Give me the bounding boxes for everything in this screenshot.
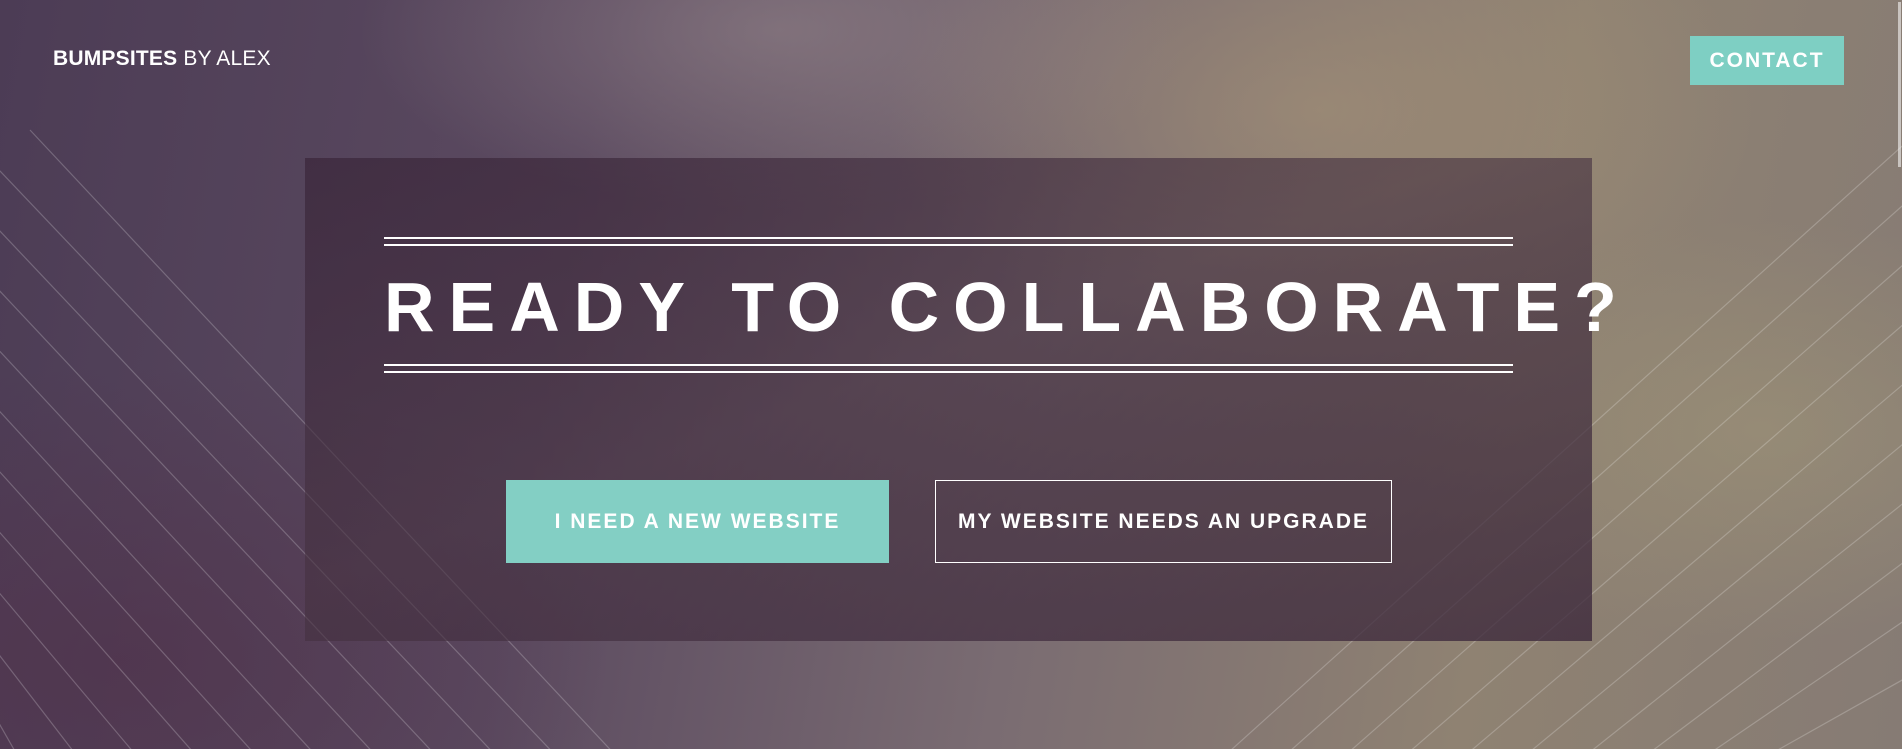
logo-brand-text: BUMPSITES (53, 47, 178, 70)
scrollbar-thumb[interactable] (1898, 2, 1901, 167)
page: BUMPSITES BY ALEX CONTACT READY TO COLLA… (0, 0, 1902, 749)
logo-suffix-text: BY ALEX (177, 47, 271, 70)
headline-top-rule-outer (384, 237, 1513, 239)
headline-bottom-rule-inner (384, 364, 1513, 366)
hero-headline: READY TO COLLABORATE? (384, 268, 1631, 346)
top-navigation: BUMPSITES BY ALEX CONTACT (0, 0, 1902, 118)
contact-button[interactable]: CONTACT (1690, 36, 1844, 85)
headline-bottom-rule-outer (384, 371, 1513, 373)
site-logo[interactable]: BUMPSITES BY ALEX (53, 47, 271, 71)
scrollbar[interactable] (1897, 0, 1902, 749)
upgrade-website-button[interactable]: MY WEBSITE NEEDS AN UPGRADE (935, 480, 1392, 563)
hero-panel: READY TO COLLABORATE? I NEED A NEW WEBSI… (305, 158, 1631, 641)
new-website-button[interactable]: I NEED A NEW WEBSITE (506, 480, 889, 563)
headline-top-rule-inner (384, 244, 1513, 246)
